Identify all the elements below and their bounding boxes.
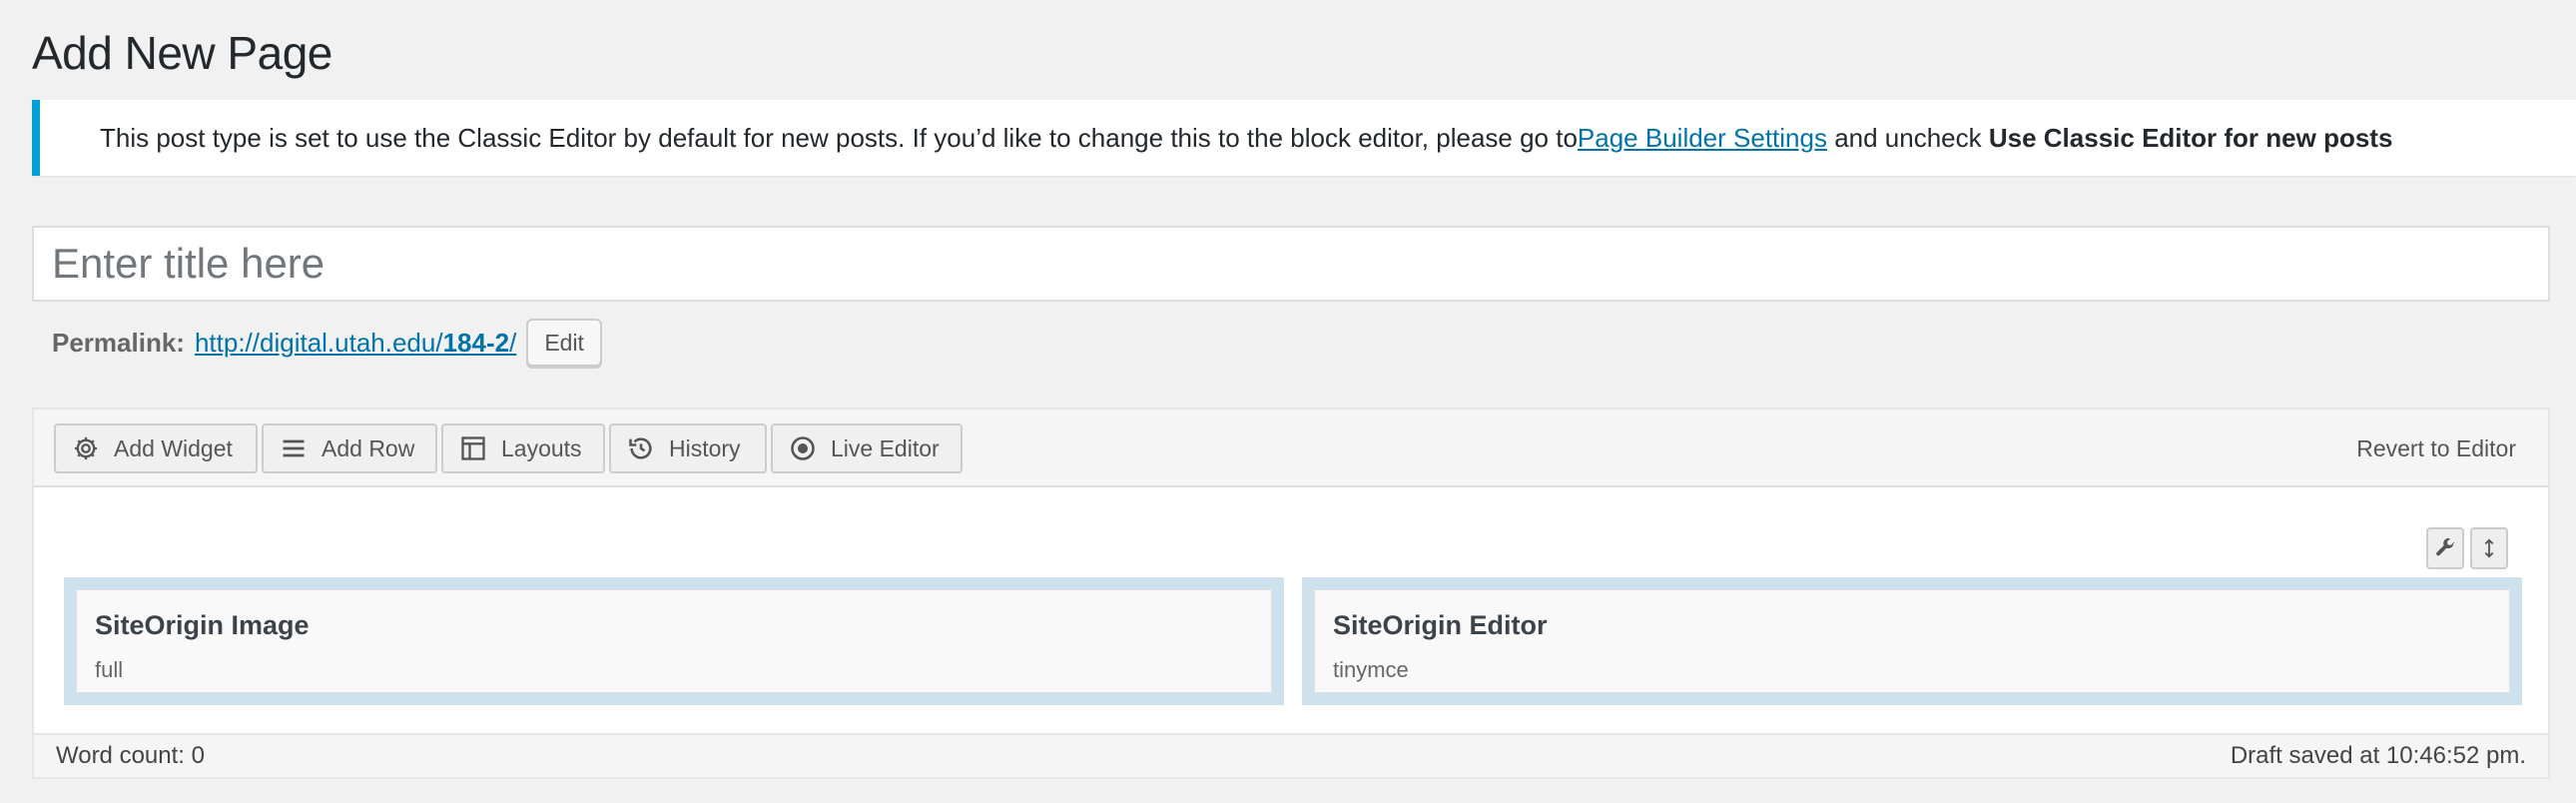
history-icon	[629, 437, 652, 459]
gear-icon	[74, 436, 98, 460]
live-editor-button[interactable]: Live Editor	[771, 423, 963, 473]
history-button[interactable]: History	[609, 423, 767, 473]
row-settings-button[interactable]	[2426, 527, 2464, 569]
editor-status-bar: Word count: 0 Draft saved at 10:46:52 pm…	[34, 733, 2548, 777]
revert-to-editor-link[interactable]: Revert to Editor	[2356, 423, 2516, 473]
history-label: History	[669, 434, 741, 461]
word-count: Word count: 0	[56, 742, 205, 769]
widget-title: SiteOrigin Editor	[1333, 610, 1548, 640]
add-widget-label: Add Widget	[114, 434, 233, 461]
permalink-url[interactable]: http://digital.utah.edu/184-2/	[195, 328, 516, 359]
row-move-button[interactable]	[2470, 527, 2508, 569]
row-tools	[2426, 527, 2508, 569]
widget-siteorigin-editor[interactable]: SiteOrigin Editor tinymce	[1314, 589, 2510, 693]
draft-saved-status: Draft saved at 10:46:52 pm.	[2230, 742, 2526, 769]
add-widget-button[interactable]: Add Widget	[54, 423, 258, 473]
builder-toolbar: Add Widget Add Row Layouts History Live …	[34, 409, 2548, 487]
move-vertical-icon	[2484, 538, 2494, 558]
layout-icon	[461, 436, 485, 460]
page-builder-panel: Add Widget Add Row Layouts History Live …	[32, 407, 2550, 779]
eye-icon	[791, 436, 815, 460]
row-cell: SiteOrigin Editor tinymce	[1302, 577, 2522, 705]
page-title: Add New Page	[32, 27, 332, 79]
title-input[interactable]	[32, 226, 2550, 302]
permalink-row: Permalink: http://digital.utah.edu/184-2…	[52, 318, 602, 368]
notice-text-middle: and uncheck	[1826, 122, 1989, 153]
permalink-label: Permalink:	[52, 327, 185, 358]
live-editor-label: Live Editor	[831, 434, 940, 461]
widget-description: full	[95, 657, 124, 682]
widget-description: tinymce	[1333, 657, 1409, 682]
row-cell: SiteOrigin Image full	[64, 577, 1284, 705]
add-row-label: Add Row	[322, 434, 415, 461]
layouts-button[interactable]: Layouts	[441, 423, 605, 473]
menu-lines-icon	[283, 439, 305, 457]
layouts-label: Layouts	[501, 434, 582, 461]
classic-editor-notice: This post type is set to use the Classic…	[32, 100, 2576, 176]
edit-permalink-button[interactable]: Edit	[526, 319, 602, 367]
notice-text: This post type is set to use the Classic…	[100, 122, 1578, 153]
add-row-button[interactable]: Add Row	[262, 423, 437, 473]
page-builder-settings-link[interactable]: Page Builder Settings	[1578, 123, 1827, 154]
widget-siteorigin-image[interactable]: SiteOrigin Image full	[76, 589, 1272, 693]
notice-bold-text: Use Classic Editor for new posts	[1988, 122, 2393, 153]
wrench-icon	[2436, 537, 2455, 556]
widget-title: SiteOrigin Image	[95, 610, 310, 640]
